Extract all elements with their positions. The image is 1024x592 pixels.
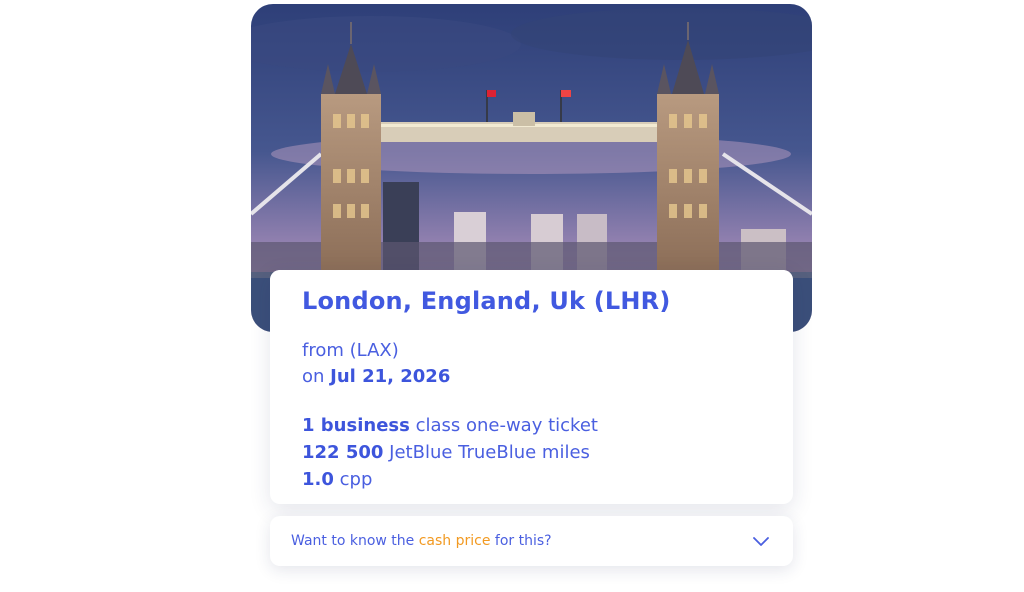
cash-price-prompt: Want to know the cash price for this? [291, 533, 552, 549]
cash-prompt-highlight: cash price [418, 533, 491, 549]
from-prefix: from [302, 340, 344, 361]
origin-code: (LAX) [349, 340, 399, 361]
flight-deal-card: London, England, Uk (LHR) from (LAX) on … [270, 270, 793, 504]
date-line: on Jul 21, 2026 [302, 366, 450, 387]
cash-prompt-before: Want to know the [291, 533, 415, 549]
destination-title: London, England, Uk (LHR) [302, 287, 671, 315]
travel-date: Jul 21, 2026 [330, 366, 451, 387]
origin-line: from (LAX) [302, 340, 399, 361]
on-prefix: on [302, 366, 325, 387]
miles-program: JetBlue TrueBlue miles [389, 442, 590, 463]
miles-amount: 122 500 [302, 442, 384, 463]
cpp-line: 1.0 cpp [302, 469, 372, 490]
cpp-unit: cpp [339, 469, 373, 490]
miles-line: 122 500 JetBlue TrueBlue miles [302, 442, 590, 463]
cash-prompt-after: for this? [494, 533, 552, 549]
card-title-bar: London, England, Uk (LHR) [270, 270, 793, 332]
ticket-line: 1 business class one-way ticket [302, 415, 598, 436]
ticket-count-cabin: 1 business [302, 415, 410, 436]
cash-price-toggle[interactable]: Want to know the cash price for this? [270, 516, 793, 566]
cpp-value: 1.0 [302, 469, 334, 490]
ticket-type: class one-way ticket [415, 415, 598, 436]
chevron-down-icon[interactable] [752, 534, 770, 548]
